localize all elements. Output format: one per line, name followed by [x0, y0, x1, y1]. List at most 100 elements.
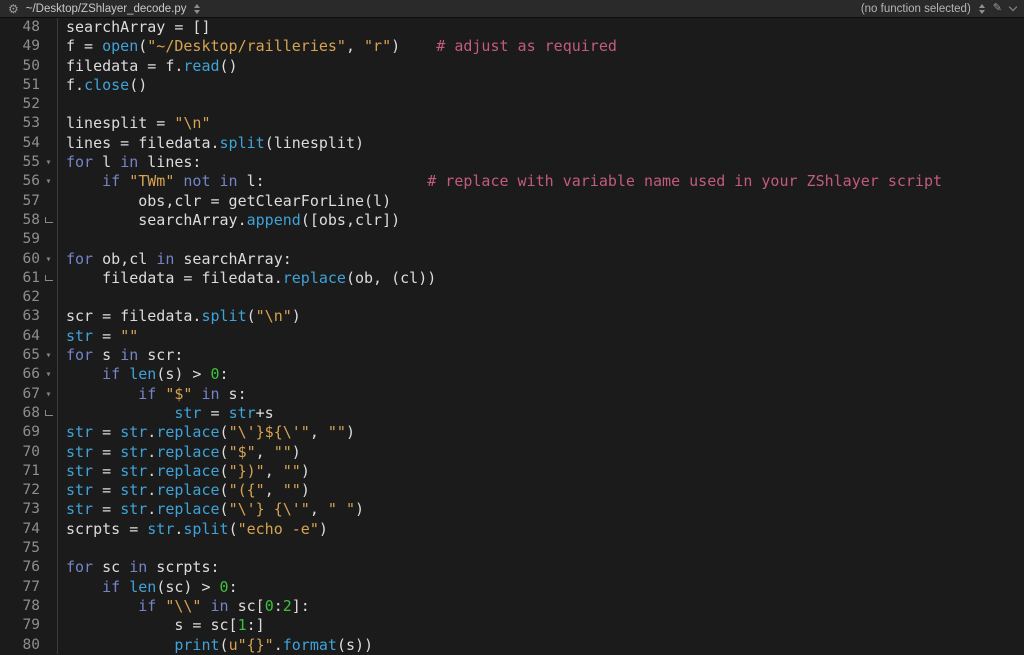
line-number: 63 — [0, 307, 40, 326]
code-line[interactable]: 63scr = filedata.split("\n") — [0, 307, 1024, 326]
line-gutter: 71 — [0, 462, 58, 481]
code-text: filedata = filedata.replace(ob, (cl)) — [58, 269, 436, 288]
code-line[interactable]: 53linesplit = "\n" — [0, 114, 1024, 133]
fold-open-icon[interactable]: ▾ — [40, 346, 57, 365]
path-popup-icon[interactable] — [194, 4, 200, 14]
code-line[interactable]: 59 — [0, 230, 1024, 249]
code-text: filedata = f.read() — [58, 57, 238, 76]
code-line[interactable]: 80 print(u"{}".format(s)) — [0, 636, 1024, 655]
code-line[interactable]: 71str = str.replace("})", "") — [0, 462, 1024, 481]
code-line[interactable]: 56▾ if "TWm" not in l: # replace with va… — [0, 172, 1024, 191]
code-line[interactable]: 67▾ if "$" in s: — [0, 385, 1024, 404]
code-line[interactable]: 60▾for ob,cl in searchArray: — [0, 250, 1024, 269]
code-text: str = str.replace("})", "") — [58, 462, 310, 481]
code-line[interactable]: 50filedata = f.read() — [0, 57, 1024, 76]
line-number: 64 — [0, 327, 40, 346]
line-gutter: 70 — [0, 443, 58, 462]
line-number: 68 — [0, 404, 40, 423]
code-line[interactable]: 49f = open("~/Desktop/railleries", "r") … — [0, 37, 1024, 56]
code-line[interactable]: 70str = str.replace("$", "") — [0, 443, 1024, 462]
code-line[interactable]: 72str = str.replace("({", "") — [0, 481, 1024, 500]
code-line[interactable]: 55▾for l in lines: — [0, 153, 1024, 172]
code-line[interactable]: 76for sc in scrpts: — [0, 558, 1024, 577]
code-line[interactable]: 57 obs,clr = getClearForLine(l) — [0, 192, 1024, 211]
line-number: 74 — [0, 520, 40, 539]
code-text: if "$" in s: — [58, 385, 247, 404]
code-line[interactable]: 51f.close() — [0, 76, 1024, 95]
line-gutter: 54 — [0, 134, 58, 153]
titlebar: ⚙ ~/Desktop/ZShlayer_decode.py (no funct… — [0, 0, 1024, 18]
code-text: str = str.replace("\'}${\'", "") — [58, 423, 355, 442]
line-gutter: 65▾ — [0, 346, 58, 365]
line-number: 60 — [0, 250, 40, 269]
code-line[interactable]: 69 str = str.replace("\'}${\'", "") — [0, 423, 1024, 442]
line-gutter: 73 — [0, 500, 58, 519]
fold-open-icon[interactable]: ▾ — [40, 365, 57, 384]
code-text: for s in scr: — [58, 346, 183, 365]
chevron-down-icon[interactable] — [1009, 3, 1017, 11]
line-number: 58 — [0, 211, 40, 230]
line-gutter: 76 — [0, 558, 58, 577]
code-line[interactable]: 74scrpts = str.split("echo -e") — [0, 520, 1024, 539]
line-gutter: 56▾ — [0, 172, 58, 191]
line-gutter: 53 — [0, 114, 58, 133]
code-area[interactable]: 48searchArray = []49f = open("~/Desktop/… — [0, 18, 1024, 654]
code-line[interactable]: 66▾ if len(s) > 0: — [0, 365, 1024, 384]
gear-icon[interactable]: ⚙ — [8, 3, 19, 15]
code-line[interactable]: 65▾for s in scr: — [0, 346, 1024, 365]
line-gutter: 78 — [0, 597, 58, 616]
file-path[interactable]: ~/Desktop/ZShlayer_decode.py — [26, 3, 187, 15]
code-line[interactable]: 58 searchArray.append([obs,clr]) — [0, 211, 1024, 230]
code-line[interactable]: 52 — [0, 95, 1024, 114]
code-line[interactable]: 61 filedata = filedata.replace(ob, (cl)) — [0, 269, 1024, 288]
line-gutter: 69 — [0, 423, 58, 442]
fold-end-icon[interactable] — [40, 269, 57, 288]
fold-open-icon[interactable]: ▾ — [40, 153, 57, 172]
code-line[interactable]: 64str = "" — [0, 327, 1024, 346]
code-text: if len(sc) > 0: — [58, 578, 238, 597]
code-text — [58, 539, 66, 558]
code-text: for l in lines: — [58, 153, 201, 172]
code-line[interactable]: 79 s = sc[1:] — [0, 616, 1024, 635]
code-line[interactable]: 68 str = str+s — [0, 404, 1024, 423]
function-selector[interactable]: (no function selected) — [861, 3, 971, 15]
code-text: str = str.replace("\'} {\'", " ") — [58, 500, 364, 519]
line-gutter: 55▾ — [0, 153, 58, 172]
line-gutter: 79 — [0, 616, 58, 635]
line-gutter: 66▾ — [0, 365, 58, 384]
pencil-icon[interactable]: ✎ — [993, 3, 1002, 14]
code-line[interactable]: 75 — [0, 539, 1024, 558]
line-gutter: 77 — [0, 578, 58, 597]
line-number: 77 — [0, 578, 40, 597]
fold-end-icon[interactable] — [40, 404, 57, 423]
line-number: 69 — [0, 423, 40, 442]
line-gutter: 51 — [0, 76, 58, 95]
code-line[interactable]: 62 — [0, 288, 1024, 307]
line-gutter: 80 — [0, 636, 58, 655]
line-gutter: 49 — [0, 37, 58, 56]
code-text: searchArray.append([obs,clr]) — [58, 211, 400, 230]
code-line[interactable]: 77 if len(sc) > 0: — [0, 578, 1024, 597]
line-gutter: 50 — [0, 57, 58, 76]
code-line[interactable]: 73str = str.replace("\'} {\'", " ") — [0, 500, 1024, 519]
code-text: f.close() — [58, 76, 147, 95]
line-number: 52 — [0, 95, 40, 114]
line-gutter: 68 — [0, 404, 58, 423]
code-text: print(u"{}".format(s)) — [58, 636, 373, 655]
fold-open-icon[interactable]: ▾ — [40, 172, 57, 191]
code-line[interactable]: 54lines = filedata.split(linesplit) — [0, 134, 1024, 153]
function-popup-icon[interactable] — [979, 4, 985, 14]
titlebar-right: (no function selected) ✎ — [861, 3, 1016, 15]
fold-open-icon[interactable]: ▾ — [40, 250, 57, 269]
code-text: searchArray = [] — [58, 18, 211, 37]
fold-end-icon[interactable] — [40, 211, 57, 230]
line-gutter: 57 — [0, 192, 58, 211]
fold-open-icon[interactable]: ▾ — [40, 385, 57, 404]
code-text — [58, 95, 66, 114]
line-gutter: 64 — [0, 327, 58, 346]
titlebar-left: ⚙ ~/Desktop/ZShlayer_decode.py — [8, 3, 861, 15]
line-number: 80 — [0, 636, 40, 655]
code-line[interactable]: 48searchArray = [] — [0, 18, 1024, 37]
code-line[interactable]: 78 if "\\" in sc[0:2]: — [0, 597, 1024, 616]
line-number: 78 — [0, 597, 40, 616]
